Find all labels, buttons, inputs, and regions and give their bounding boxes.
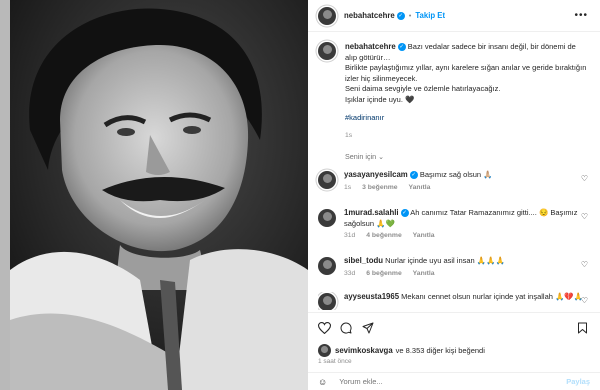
comment-time: 33d — [344, 269, 356, 277]
add-comment-bar: ☺ Paylaş — [308, 372, 600, 390]
share-icon[interactable] — [362, 322, 374, 334]
liker-avatar[interactable] — [318, 344, 331, 357]
author-avatar[interactable] — [318, 6, 336, 25]
liker-username[interactable]: sevimkoskavga — [335, 346, 393, 355]
like-comment-icon[interactable]: ♡ — [581, 212, 588, 221]
comment-text: Başımız sağ olsun 🙏🏼 — [419, 170, 493, 179]
comment-icon[interactable] — [340, 322, 352, 334]
caption-avatar[interactable] — [318, 42, 336, 60]
author-block: nebahatcehre ✓ • Takip Et — [344, 11, 445, 20]
post-time: 1 saat önce — [318, 358, 352, 365]
commenter-avatar[interactable] — [318, 257, 336, 275]
comment-item: yasayanyesilcam ✓ Başımız sağ olsun 🙏🏼 1s… — [318, 170, 588, 193]
comment-item: 1murad.salahli ✓ Ah canımız Tatar Ramazan… — [318, 208, 588, 242]
caption-time: 1s — [345, 131, 353, 139]
post-photo[interactable] — [10, 0, 308, 390]
background-strip — [0, 0, 10, 390]
comment-username[interactable]: ayyseusta1965 — [344, 292, 399, 301]
caption-line-4: Işıklar içinde uyu. 🖤 — [345, 94, 415, 104]
comment-likes[interactable]: 3 beğenme — [362, 184, 398, 191]
action-bar — [308, 312, 600, 342]
bookmark-icon[interactable] — [577, 322, 588, 334]
comment-username[interactable]: sibel_todu — [344, 256, 383, 265]
caption: nebahatcehre ✓ Bazı vedalar sadece bir in… — [318, 42, 588, 141]
commenter-avatar[interactable] — [318, 293, 336, 310]
comment-likes[interactable]: 6 beğenme — [366, 270, 402, 277]
heart-icon[interactable] — [318, 322, 331, 334]
post-header: nebahatcehre ✓ • Takip Et ••• — [308, 0, 600, 32]
comment-time: 1s — [344, 183, 352, 191]
comment-meta: 33d 6 beğenme Yanıtla — [344, 269, 588, 280]
comment-meta: 1s 3 beğenme Yanıtla — [344, 183, 588, 194]
like-comment-icon[interactable]: ♡ — [581, 174, 588, 183]
comment-time: 31d — [344, 232, 356, 239]
more-options-icon[interactable]: ••• — [574, 10, 588, 21]
commenter-avatar[interactable] — [318, 171, 336, 189]
reply-button[interactable]: Yanıtla — [408, 184, 430, 191]
commenter-avatar[interactable] — [318, 209, 336, 227]
caption-text: nebahatcehre ✓ Bazı vedalar sadece bir in… — [345, 42, 588, 141]
comment-input[interactable] — [339, 377, 567, 386]
verified-icon: ✓ — [396, 12, 405, 20]
comment-username[interactable]: 1murad.salahli — [344, 208, 399, 217]
comment-item: sibel_todu Nurlar içinde uyu asil insan … — [318, 256, 588, 279]
author-username[interactable]: nebahatcehre — [344, 11, 395, 20]
comment-body: ayyseusta1965 Mekanı cennet olsun nurlar… — [344, 292, 588, 310]
hashtag-link[interactable]: #kadirinanır — [345, 113, 588, 124]
likes-summary: sevimkoskavga ve 8.353 diğer kişi beğend… — [318, 344, 485, 357]
reply-button[interactable]: Yanıtla — [413, 232, 435, 239]
emoji-icon[interactable]: ☺ — [318, 377, 327, 387]
caption-line-3: Seni daima sevgiyle ve özlemle hatırlaya… — [345, 84, 501, 93]
follow-button[interactable]: Takip Et — [415, 11, 445, 20]
reply-button[interactable]: Yanıtla — [413, 270, 435, 277]
comment-meta: 31d 4 beğenme Yanıtla — [344, 231, 588, 242]
post-comment-button[interactable]: Paylaş — [566, 377, 590, 386]
comment-body: sibel_todu Nurlar içinde uyu asil insan … — [344, 256, 588, 279]
caption-username[interactable]: nebahatcehre — [345, 42, 396, 51]
verified-icon: ✓ — [400, 209, 409, 218]
comment-username[interactable]: yasayanyesilcam — [344, 170, 408, 179]
like-comment-icon[interactable]: ♡ — [581, 296, 588, 305]
verified-icon: ✓ — [409, 171, 418, 180]
comment-text: Mekanı cennet olsun nurlar içinde yat in… — [401, 292, 584, 301]
comment-text: Nurlar içinde uyu asil insan 🙏🙏🙏 — [385, 256, 505, 265]
likes-count[interactable]: ve 8.353 diğer kişi beğendi — [396, 346, 485, 355]
like-comment-icon[interactable]: ♡ — [581, 260, 588, 269]
separator-dot: • — [408, 10, 412, 20]
comment-body: yasayanyesilcam ✓ Başımız sağ olsun 🙏🏼 1s… — [344, 170, 588, 193]
sort-dropdown[interactable]: Senin için ⌄ — [345, 152, 384, 161]
comment-body: 1murad.salahli ✓ Ah canımız Tatar Ramazan… — [344, 208, 588, 242]
post-detail-panel: nebahatcehre ✓ • Takip Et ••• nebahatcehre ✓… — [308, 0, 600, 390]
verified-icon: ✓ — [397, 43, 406, 52]
comment-likes[interactable]: 4 beğenme — [366, 232, 402, 239]
caption-line-2: Birlikte paylaştığımız yıllar, aynı kare… — [345, 63, 587, 83]
comment-item: ayyseusta1965 Mekanı cennet olsun nurlar… — [318, 292, 588, 310]
